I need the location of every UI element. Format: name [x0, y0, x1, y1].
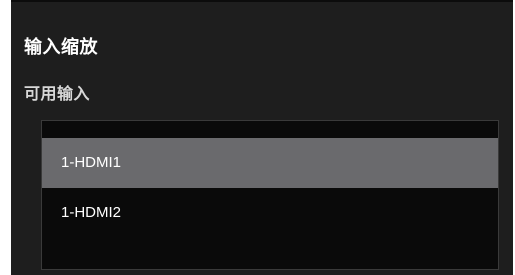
panel-title: 输入缩放 [24, 37, 98, 58]
input-scaling-panel: 输入缩放 可用输入 1-HDMI1 1-HDMI2 [11, 0, 513, 275]
input-item-hdmi1[interactable]: 1-HDMI1 [42, 138, 498, 188]
available-inputs-label: 可用输入 [24, 84, 91, 103]
available-inputs-list[interactable]: 1-HDMI1 1-HDMI2 [41, 120, 499, 270]
input-item-hdmi2[interactable]: 1-HDMI2 [42, 188, 498, 238]
